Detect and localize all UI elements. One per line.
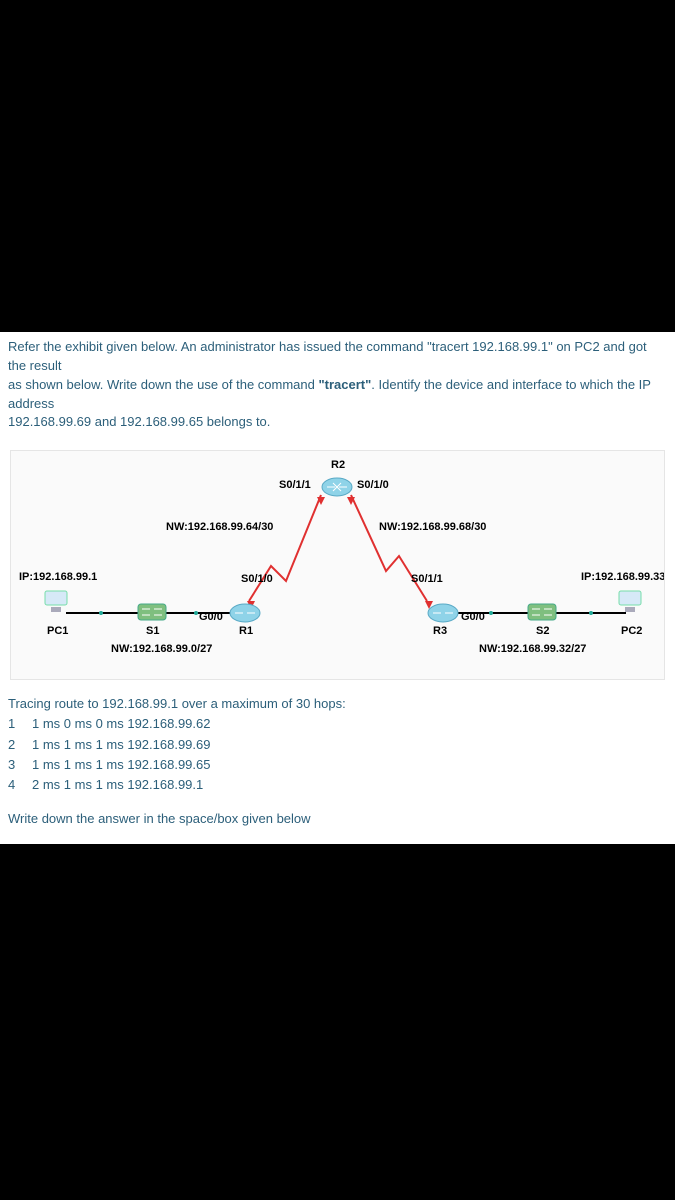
switch-s1-icon [137,603,167,621]
label-nw-lt: NW:192.168.99.64/30 [166,521,273,533]
tracert-hop3: 3 1 ms 1 ms 1 ms 192.168.99.65 [8,755,667,775]
hop-text: 1 ms 1 ms 1 ms 192.168.99.69 [32,735,210,755]
label-r3-s011: S0/1/1 [411,573,443,585]
label-r2-s010: S0/1/0 [357,479,389,491]
router-r2-icon [321,477,353,497]
label-r2-s011: S0/1/1 [279,479,311,491]
label-ip-pc1: IP:192.168.99.1 [19,571,97,583]
pc1-icon [43,589,69,615]
hop-num: 1 [8,714,22,734]
label-r2: R2 [331,459,345,471]
label-r1-g00: G0/0 [199,611,223,623]
tracert-hop1: 1 1 ms 0 ms 0 ms 192.168.99.62 [8,714,667,734]
tracert-hop2: 2 1 ms 1 ms 1 ms 192.168.99.69 [8,735,667,755]
q-bold: "tracert" [318,377,371,392]
q-line2a: as shown below. Write down the use of th… [8,377,318,392]
q-line3: 192.168.99.69 and 192.168.99.65 belongs … [8,414,270,429]
label-r1: R1 [239,625,253,637]
answer-prompt: Write down the answer in the space/box g… [8,811,667,826]
q-line1: Refer the exhibit given below. An admini… [8,339,647,373]
label-s1: S1 [146,625,159,637]
switch-s2-icon [527,603,557,621]
label-pc1: PC1 [47,625,68,637]
router-r1-icon [229,603,261,623]
hop-num: 4 [8,775,22,795]
label-ip-pc2: IP:192.168.99.33 [581,571,665,583]
label-r3-g00: G0/0 [461,611,485,623]
label-s2: S2 [536,625,549,637]
label-r3: R3 [433,625,447,637]
label-nw-lb: NW:192.168.99.0/27 [111,643,212,655]
label-nw-rb: NW:192.168.99.32/27 [479,643,586,655]
hop-text: 1 ms 0 ms 0 ms 192.168.99.62 [32,714,210,734]
network-diagram: R2 S0/1/1 S0/1/0 NW:192.168.99.64/30 NW:… [10,450,665,680]
router-r3-icon [427,603,459,623]
question-panel: Refer the exhibit given below. An admini… [0,332,675,844]
label-pc2: PC2 [621,625,642,637]
tracert-output: Tracing route to 192.168.99.1 over a max… [8,694,667,795]
hop-num: 2 [8,735,22,755]
pc2-icon [617,589,643,615]
hop-num: 3 [8,755,22,775]
hop-text: 1 ms 1 ms 1 ms 192.168.99.65 [32,755,210,775]
tracert-hop4: 4 2 ms 1 ms 1 ms 192.168.99.1 [8,775,667,795]
hop-text: 2 ms 1 ms 1 ms 192.168.99.1 [32,775,203,795]
label-r1-s010: S0/1/0 [241,573,273,585]
question-text: Refer the exhibit given below. An admini… [8,338,667,432]
label-nw-rt: NW:192.168.99.68/30 [379,521,486,533]
tracert-header: Tracing route to 192.168.99.1 over a max… [8,694,667,714]
